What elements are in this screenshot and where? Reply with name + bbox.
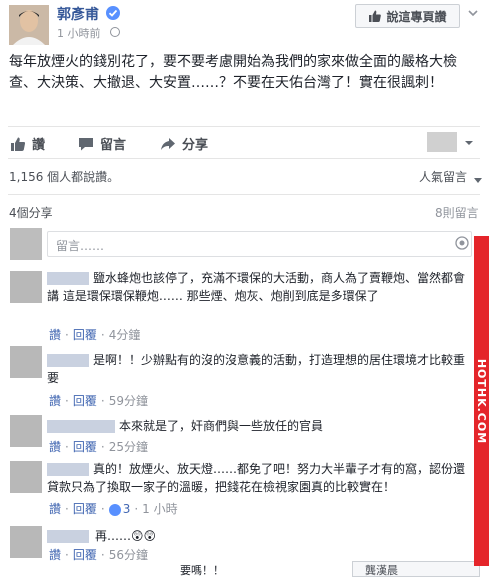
comment-text: 鹽水蜂炮也該停了，充滿不環保的大活動，商人為了賣鞭炮、當然都會講 這是環保環保鞭… [47,271,466,303]
comment-meta: 讚 · 回覆 · 4分鐘 [49,328,141,342]
commenter-avatar[interactable] [10,346,42,378]
comment-text: 是啊！！少辦點有的沒的沒意義的活動，打造理想的居住環境才比較重要 [47,353,466,385]
watermark-text: HOTHK.COM [475,358,488,444]
viewer-avatar[interactable] [427,132,457,152]
comment-reply-link[interactable]: 回覆 [73,394,97,408]
comment-text: 真的！放煙火、放天燈……都免了吧！努力大半輩子才有的窩，認份還貸款只為了換取一家… [47,462,466,494]
share-button[interactable]: 分享 [160,134,208,153]
verified-badge-icon [106,6,120,20]
comment-like-link[interactable]: 讚 [49,394,61,408]
comment-input[interactable]: 留言…… [47,231,472,257]
like-thumb-icon [10,136,26,152]
like-button[interactable]: 讚 [10,134,45,153]
like-page-label: 說這專頁讚 [386,9,447,24]
comment-time[interactable]: 1 小時 [142,502,177,516]
chevron-down-icon[interactable] [463,137,475,149]
shares-count[interactable]: 4個分享 [9,204,53,221]
chevron-down-icon[interactable] [466,6,480,20]
comment-label: 留言 [100,138,127,153]
commenter-avatar[interactable] [10,526,42,558]
facebook-post: 郭彥甫 1 小時前 說這專頁讚 每年放煙火的錢別花了，要不要考慮開始為我們的家來… [0,0,489,577]
divider [8,158,480,159]
like-thumb-icon [368,9,382,23]
comment-reply-link[interactable]: 回覆 [73,440,97,454]
author-name[interactable]: 郭彥甫 [57,4,99,24]
chevron-down-icon [473,174,483,183]
comments-count[interactable]: 8則留言 [435,204,479,221]
comment-time[interactable]: 4分鐘 [109,328,141,342]
camera-icon[interactable] [455,236,469,250]
comment-meta: 讚 · 回覆 · 59分鐘 [49,394,148,408]
comment-meta: 讚 · 回覆 · 25分鐘 [49,440,148,454]
post-text: 每年放煙火的錢別花了，要不要考慮開始為我們的家來做全面的嚴格大檢查、大決策、大撤… [9,54,457,91]
comment-reply-link[interactable]: 回覆 [73,548,97,562]
commenter-avatar[interactable] [10,415,42,447]
comment-like-link[interactable]: 讚 [49,328,61,342]
globe-icon [110,27,120,37]
like-label: 讚 [32,138,46,153]
comment-icon [78,136,94,152]
comment-like-link[interactable]: 讚 [49,440,61,454]
divider [8,126,480,127]
partial-comment-text: 要嗎！！ [180,564,224,577]
my-avatar [10,228,42,260]
comment-reply-link[interactable]: 回覆 [73,502,97,516]
divider [8,194,480,195]
share-label: 分享 [182,138,209,153]
comment-like-link[interactable]: 讚 [49,502,61,516]
comment-meta: 讚 · 回覆 · 3 · 1 小時 [49,502,178,516]
like-reaction-icon [108,503,121,516]
post-timestamp[interactable]: 1 小時前 [57,25,101,41]
commenter-avatar[interactable] [10,461,42,493]
comment-button[interactable]: 留言 [78,134,126,153]
chat-tab-name: 龔漢晨 [365,564,398,577]
site-watermark: HOTHK.COM [474,236,489,566]
comment-reply-link[interactable]: 回覆 [73,328,97,342]
commenter-avatar[interactable] [10,271,42,303]
comment-like-link[interactable]: 讚 [49,548,61,562]
chat-tab[interactable]: 龔漢晨 [352,561,480,577]
comment-text: 再……😲😲 [95,529,157,543]
comment-sort-dropdown[interactable]: 人氣留言 [419,168,483,185]
comment-time[interactable]: 59分鐘 [109,394,148,408]
comment-time[interactable]: 56分鐘 [109,548,148,562]
comment-like-count[interactable]: 3 [123,502,131,516]
comment-time[interactable]: 25分鐘 [109,440,148,454]
comment-meta: 讚 · 回覆 · 56分鐘 [49,548,148,562]
share-icon [160,136,176,152]
author-avatar[interactable] [9,5,49,45]
like-page-button[interactable]: 說這專頁讚 [355,4,460,28]
sort-label: 人氣留言 [419,170,468,184]
comment-text: 本來就是了，奸商們與一些放任的官員 [119,419,324,433]
likes-count[interactable]: 1,156 個人都說讚。 [9,168,119,185]
